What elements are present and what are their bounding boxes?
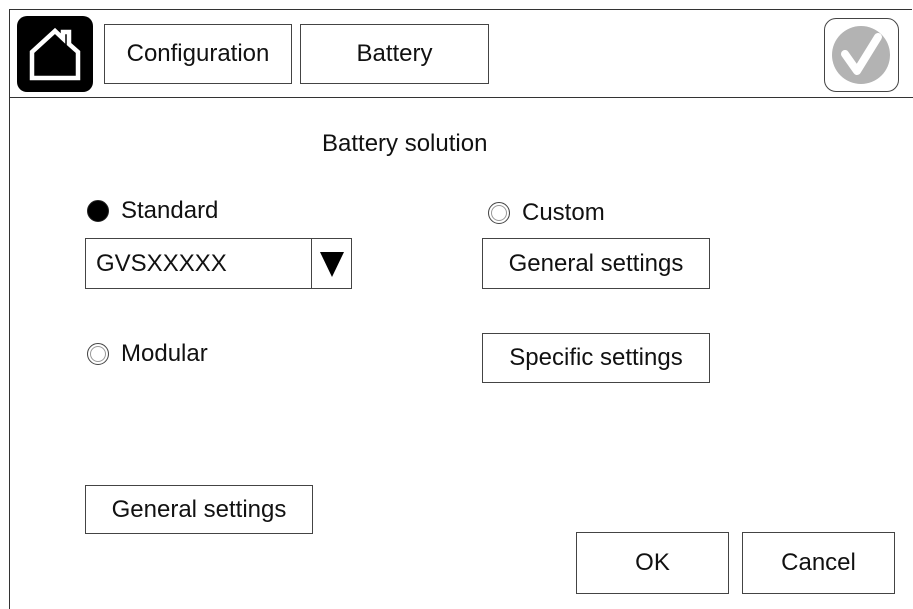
cancel-label: Cancel [781,549,856,576]
tab-battery-label: Battery [356,40,433,67]
checkmark-icon [832,26,890,84]
tab-configuration-label: Configuration [126,40,270,67]
ok-button[interactable]: OK [576,532,729,594]
ok-label: OK [635,549,670,576]
battery-model-value: GVSXXXXX [96,249,227,277]
status-badge[interactable] [824,18,899,92]
radio-modular[interactable]: Modular [87,340,208,368]
radio-custom-indicator[interactable] [488,202,510,224]
battery-model-select[interactable]: GVSXXXXX [85,238,352,289]
tab-battery[interactable]: Battery [300,24,489,84]
home-icon [29,27,81,81]
radio-standard[interactable]: Standard [87,197,218,225]
radio-standard-indicator[interactable] [87,200,109,222]
dropdown-arrow[interactable] [311,239,351,288]
radio-modular-label: Modular [121,340,208,367]
general-settings-button[interactable]: General settings [85,485,313,534]
triangle-down-icon [319,251,344,277]
specific-settings-button[interactable]: Specific settings [482,333,710,383]
general-settings-label: General settings [111,495,287,523]
tab-configuration[interactable]: Configuration [104,24,292,84]
radio-standard-label: Standard [121,197,219,224]
header-divider [9,97,913,98]
specific-settings-label: Specific settings [509,344,683,371]
custom-general-settings-button[interactable]: General settings [482,238,710,289]
radio-custom-label: Custom [522,199,605,226]
radio-custom[interactable]: Custom [488,199,605,227]
radio-modular-indicator[interactable] [87,343,109,365]
page-title: Battery solution [322,130,488,157]
custom-general-settings-label: General settings [508,249,684,277]
cancel-button[interactable]: Cancel [742,532,895,594]
home-button[interactable] [17,16,93,92]
